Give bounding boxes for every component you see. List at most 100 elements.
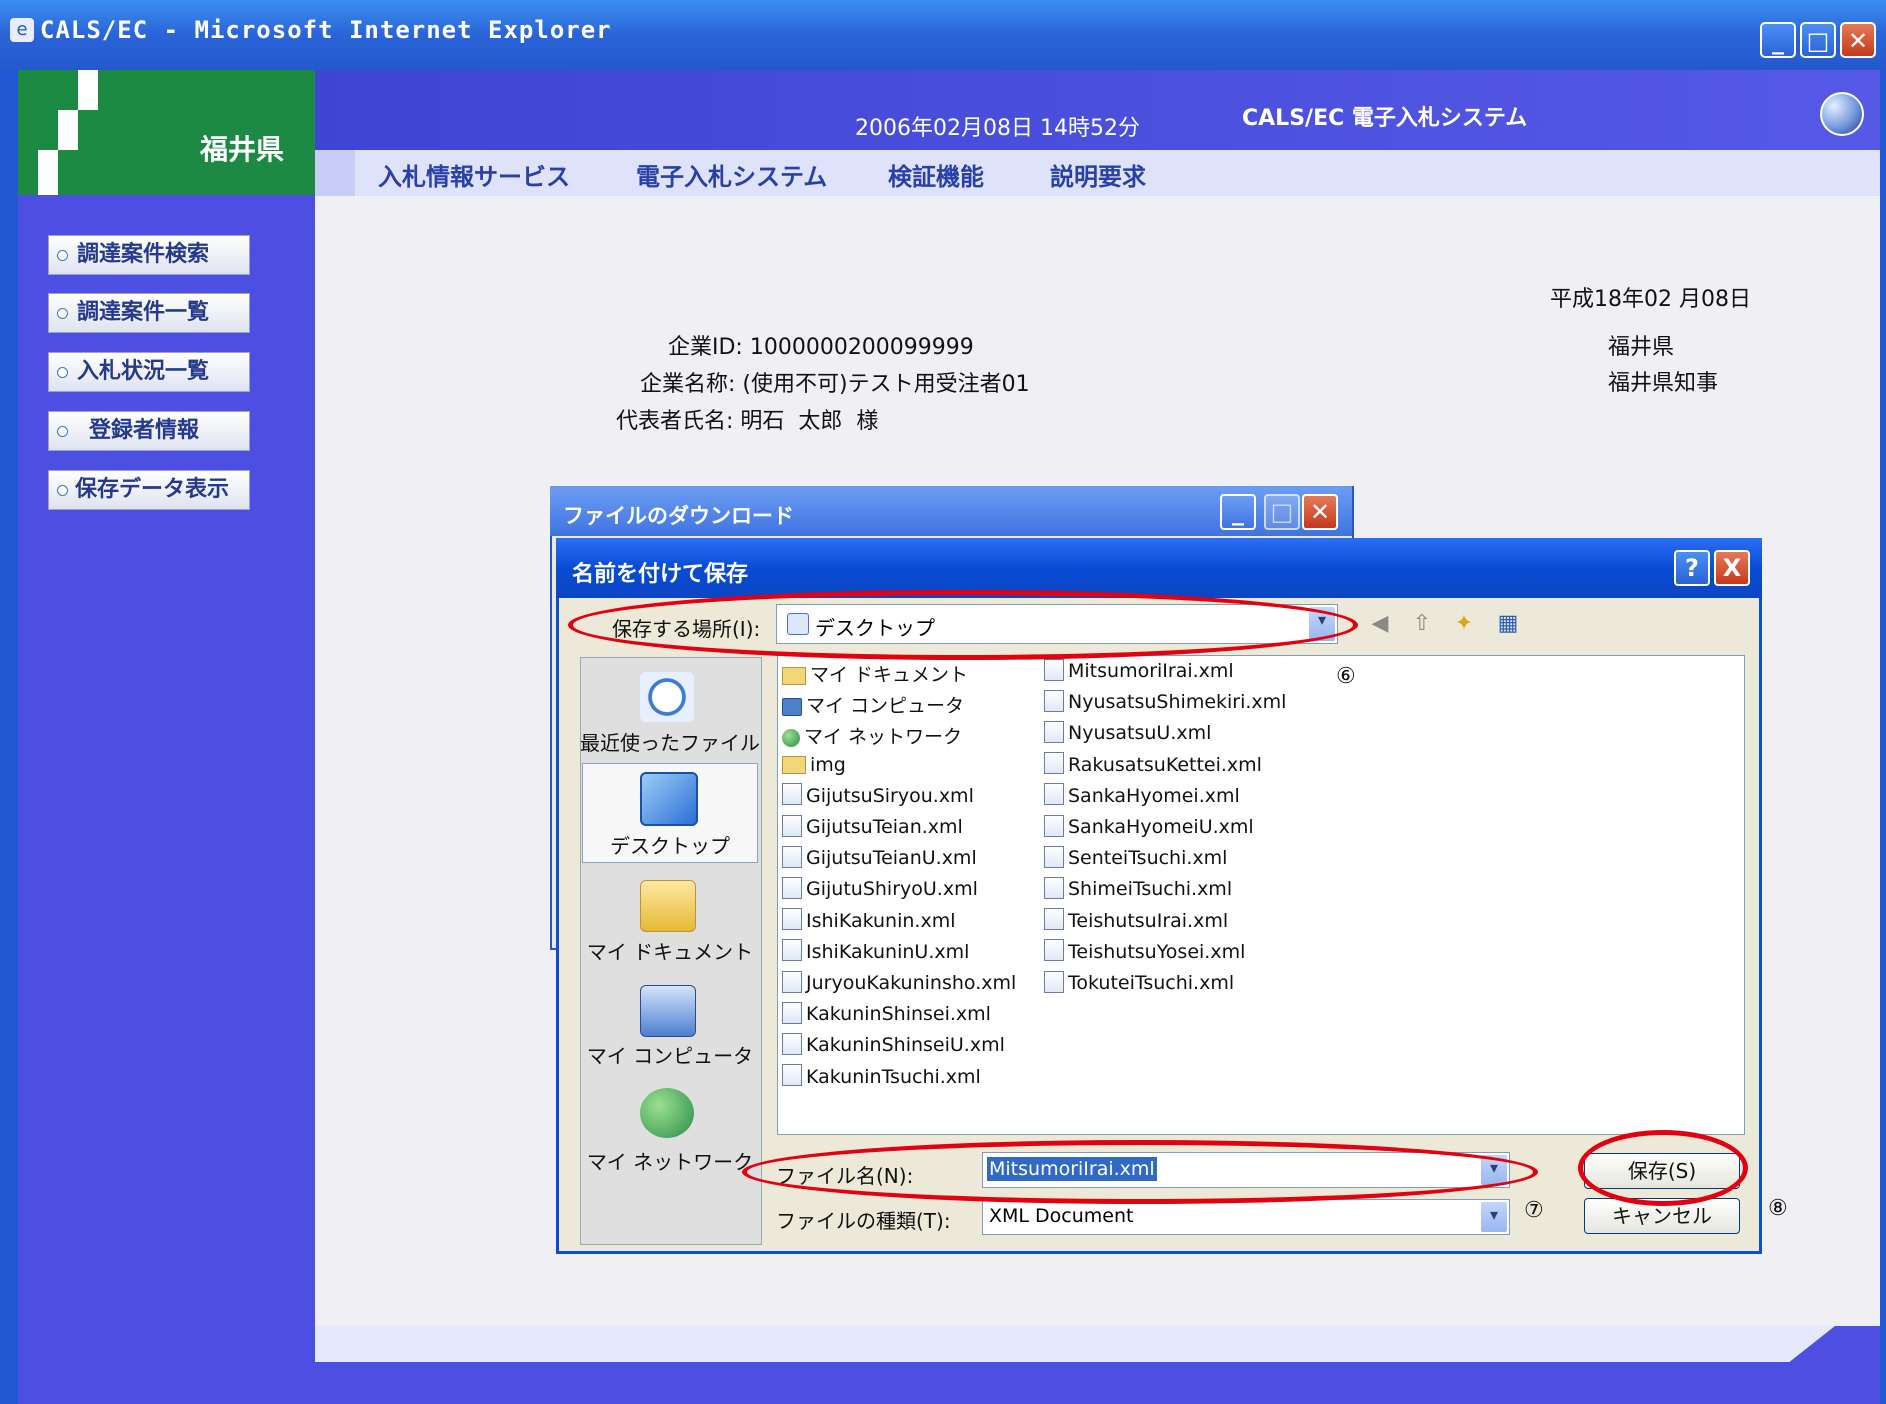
xml-file-icon: [782, 845, 802, 868]
file-list-item[interactable]: img: [782, 754, 846, 776]
minimize-button[interactable]: _: [1220, 494, 1256, 530]
file-list-item[interactable]: GijutsuTeianU.xml: [782, 845, 977, 870]
file-name: TokuteiTsuchi.xml: [1068, 972, 1235, 994]
sidebar-item-label: 登録者情報: [89, 418, 200, 443]
xml-file-icon: [1044, 720, 1064, 743]
sidebar-item-saved-data[interactable]: 保存データ表示: [48, 470, 250, 510]
help-button[interactable]: ?: [1674, 550, 1710, 586]
view-menu-icon[interactable]: ▦: [1494, 610, 1522, 638]
window-frame-left: [0, 70, 18, 1404]
desktop-icon[interactable]: [640, 772, 698, 826]
xml-file-icon: [1044, 689, 1064, 712]
file-list-item[interactable]: SenteiTsuchi.xml: [1044, 845, 1227, 870]
file-list-item[interactable]: TeishutsuYosei.xml: [1044, 939, 1245, 964]
logo-block: [58, 110, 78, 150]
file-name: img: [810, 753, 846, 776]
file-list-item[interactable]: マイ コンピュータ: [782, 691, 964, 718]
file-list-item[interactable]: IshiKakuninU.xml: [782, 939, 970, 964]
place-desktop[interactable]: デスクトップ: [580, 830, 760, 859]
place-my-computer[interactable]: マイ コンピュータ: [580, 1040, 760, 1069]
file-list-item[interactable]: KakuninShinsei.xml: [782, 1001, 991, 1026]
sidebar-item-procurement-search[interactable]: 調達案件検索: [48, 235, 250, 275]
file-list-item[interactable]: JuryouKakuninsho.xml: [782, 970, 1016, 995]
highlight-location-ellipse: [568, 590, 1358, 660]
header-datetime: 2006年02月08日 14時52分: [855, 116, 1140, 141]
file-list-item[interactable]: RakusatsuKettei.xml: [1044, 752, 1262, 777]
folder-icon: [782, 666, 806, 685]
file-name: KakuninShinseiU.xml: [806, 1034, 1005, 1057]
file-name: GijutuShiryoU.xml: [806, 878, 978, 901]
logo-text: 福井県: [200, 133, 285, 166]
file-list-item[interactable]: マイ ネットワーク: [782, 722, 962, 749]
highlight-filename-ellipse: [742, 1140, 1538, 1204]
footer-light: [315, 1326, 1835, 1362]
new-folder-icon[interactable]: ✦: [1450, 610, 1478, 638]
xml-file-icon: [1044, 814, 1064, 837]
file-list-item[interactable]: MitsumoriIrai.xml: [1044, 658, 1234, 683]
file-name: KakuninShinsei.xml: [806, 1003, 991, 1026]
file-list-item[interactable]: NyusatsuU.xml: [1044, 720, 1212, 745]
save-as-title: 名前を付けて保存: [572, 562, 749, 587]
file-name: NyusatsuU.xml: [1068, 722, 1212, 745]
file-name: IshiKakuninU.xml: [806, 940, 970, 963]
file-list-item[interactable]: KakuninTsuchi.xml: [782, 1064, 981, 1089]
filetype-value: XML Document: [989, 1205, 1134, 1227]
minimize-button[interactable]: _: [1760, 22, 1796, 58]
file-list-item[interactable]: SankaHyomeiU.xml: [1044, 814, 1254, 839]
internet-explorer-icon: e: [10, 18, 34, 42]
file-list-item[interactable]: GijutsuSiryou.xml: [782, 783, 974, 808]
bullet-icon: [57, 308, 68, 319]
sidebar-item-procurement-list[interactable]: 調達案件一覧: [48, 293, 250, 333]
back-icon[interactable]: ◀: [1366, 610, 1394, 638]
my-documents-icon[interactable]: [640, 880, 696, 932]
xml-file-icon: [782, 814, 802, 837]
file-list-item[interactable]: ShimeiTsuchi.xml: [1044, 876, 1233, 901]
place-recent-files[interactable]: 最近使ったファイル: [580, 727, 760, 756]
place-my-network[interactable]: マイ ネットワーク: [580, 1146, 760, 1175]
sidebar-item-bid-status-list[interactable]: 入札状況一覧: [48, 352, 250, 392]
menu-bid-info-service[interactable]: 入札情報サービス: [378, 157, 570, 192]
file-name: RakusatsuKettei.xml: [1068, 753, 1262, 776]
network-icon: [782, 728, 800, 747]
up-folder-icon[interactable]: ⇧: [1408, 610, 1436, 638]
file-list-item[interactable]: GijutsuTeian.xml: [782, 814, 963, 839]
file-list-item[interactable]: SankaHyomei.xml: [1044, 783, 1240, 808]
xml-file-icon: [782, 783, 802, 806]
close-button[interactable]: X: [1714, 550, 1750, 586]
bullet-icon: [57, 426, 68, 437]
computer-icon: [782, 697, 802, 716]
xml-file-icon: [1044, 658, 1064, 681]
menu-explanation-request[interactable]: 説明要求: [1050, 157, 1146, 192]
close-button[interactable]: ✕: [1840, 22, 1876, 58]
my-computer-icon[interactable]: [640, 985, 696, 1037]
xml-file-icon: [782, 908, 802, 931]
sidebar-item-registrant-info[interactable]: 登録者情報: [48, 411, 250, 451]
xml-file-icon: [1044, 876, 1064, 899]
file-name: GijutsuTeian.xml: [806, 816, 963, 838]
sidebar-item-label: 調達案件一覧: [77, 300, 210, 325]
file-name: ShimeiTsuchi.xml: [1068, 878, 1233, 901]
folder-icon: [782, 756, 806, 775]
recent-files-icon[interactable]: [640, 672, 694, 722]
menu-e-bidding-system[interactable]: 電子入札システム: [636, 157, 827, 192]
maximize-button[interactable]: □: [1800, 22, 1836, 58]
close-button[interactable]: ✕: [1302, 494, 1338, 530]
xml-file-icon: [1044, 908, 1064, 931]
file-list-item[interactable]: マイ ドキュメント: [782, 660, 968, 687]
sidebar-item-label: 調達案件検索: [77, 242, 210, 267]
file-list-item[interactable]: IshiKakunin.xml: [782, 908, 956, 933]
logo-block: [78, 70, 98, 110]
bullet-icon: [57, 367, 68, 378]
company-name: 企業名称: (使用不可)テスト用受注者01: [640, 372, 1030, 397]
filetype-select[interactable]: XML Document ▾: [982, 1199, 1510, 1235]
file-list-item[interactable]: TokuteiTsuchi.xml: [1044, 970, 1235, 995]
file-list-item[interactable]: TeishutsuIrai.xml: [1044, 908, 1228, 933]
menu-verification[interactable]: 検証機能: [888, 157, 984, 192]
my-network-icon[interactable]: [640, 1088, 694, 1138]
bullet-icon: [57, 250, 68, 261]
file-list-item[interactable]: NyusatsuShimekiri.xml: [1044, 689, 1286, 714]
place-my-documents[interactable]: マイ ドキュメント: [580, 936, 760, 965]
file-list-item[interactable]: KakuninShinseiU.xml: [782, 1032, 1005, 1057]
file-list-item[interactable]: GijutuShiryoU.xml: [782, 876, 978, 901]
logo-block: [38, 150, 58, 195]
